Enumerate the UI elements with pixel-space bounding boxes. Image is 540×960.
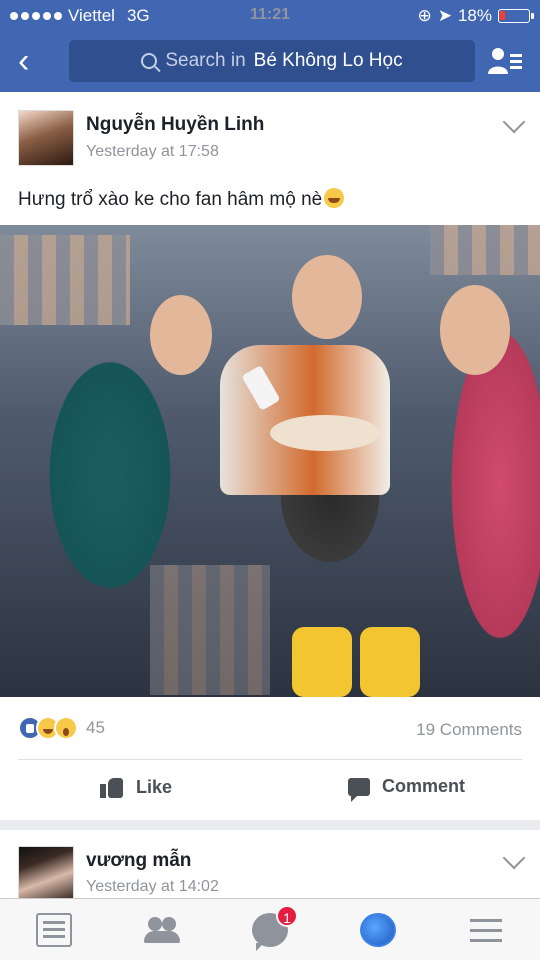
battery-icon [498,9,534,23]
messenger-tab-icon[interactable]: 1 [252,905,298,951]
blurred-background-crowd [0,235,130,325]
man-face [292,255,362,339]
friend-requests-button[interactable] [488,46,524,76]
author-name[interactable]: Nguyễn Huyền Linh [86,114,264,136]
post-options-chevron-icon-2[interactable] [502,846,526,870]
battery-level [500,11,505,20]
comment-label: Comment [382,776,466,796]
cake-shape [270,415,380,451]
friend-list-icon [488,48,522,74]
post-divider [18,759,522,760]
author-name-2[interactable]: vương mẫn [86,850,191,872]
post-photo[interactable] [0,225,540,697]
location-icon: ➤ [437,6,452,25]
search-prefix: Search in [165,50,246,71]
friends-tab-icon[interactable] [144,913,180,947]
comments-count[interactable]: 19 Comments [416,720,522,740]
author-avatar-2[interactable] [18,846,74,900]
post-timestamp-2[interactable]: Yesterday at 14:02 [86,878,219,896]
reaction-summary[interactable]: 45 [18,716,105,740]
bottom-navigation: 1 [0,898,540,960]
messenger-badge: 1 [276,905,298,927]
like-button[interactable]: Like [100,776,172,798]
menu-tab-icon[interactable] [468,913,504,947]
back-button[interactable]: ‹ [18,44,48,78]
post-card-2: vương mẫn Yesterday at 14:02 [0,830,540,900]
group-search-bar[interactable]: Search in Bé Không Lo Học [69,40,475,82]
left-sock [292,627,352,697]
laughing-emoji-icon [324,188,345,208]
status-right: ⊕ ➤ 18% [417,6,534,26]
status-bar: Viettel 3G 11:21 ⊕ ➤ 18% [0,0,540,34]
right-woman-face [440,285,510,375]
right-sock [360,627,420,697]
search-icon [141,53,158,69]
comment-bubble-icon [348,777,370,802]
notifications-globe-icon[interactable] [360,913,396,947]
blurred-background-crowd-right [430,225,540,275]
thumbs-up-icon [100,776,124,798]
search-group-name: Bé Không Lo Học [253,50,403,71]
battery-percent: 18% [457,6,492,25]
caption-text: Hưng trổ xào ke cho fan hâm mộ nè [18,189,323,210]
post-timestamp[interactable]: Yesterday at 17:58 [86,143,219,161]
chevron-left-icon: ‹ [18,42,30,80]
rotation-lock-icon: ⊕ [417,6,432,25]
post-caption: Hưng trổ xào ke cho fan hâm mộ nè [18,188,345,211]
top-bar: Viettel 3G 11:21 ⊕ ➤ 18% ‹ Search in Bé … [0,0,540,92]
post-options-chevron-icon[interactable] [502,110,526,134]
blurred-lower-area [150,565,270,695]
author-avatar[interactable] [18,110,74,166]
left-woman-face [150,295,212,375]
reaction-count: 45 [86,718,105,737]
post-card: Nguyễn Huyền Linh Yesterday at 17:58 Hưn… [0,92,540,820]
like-label: Like [136,776,173,797]
comment-button[interactable]: Comment [348,776,466,802]
news-feed-tab-icon[interactable] [36,913,72,947]
wow-reaction-icon [54,716,78,740]
